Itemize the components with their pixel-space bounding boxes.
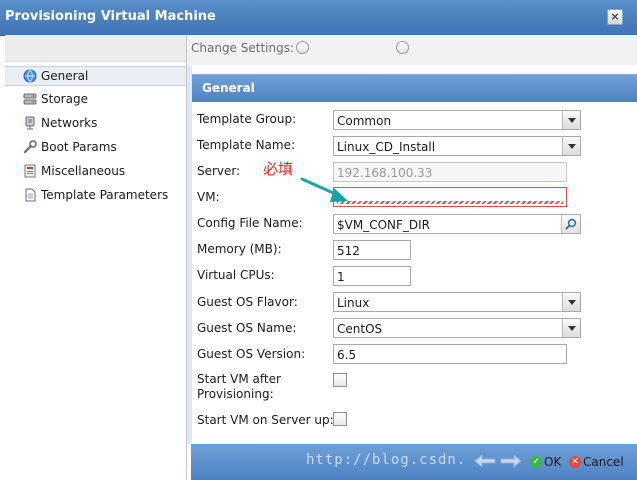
misc-icon	[23, 164, 37, 178]
os-flavor-label: Guest OS Flavor:	[197, 295, 298, 309]
sidebar-item-template-parameters[interactable]: Template Parameters	[5, 186, 186, 206]
annotation-arrow-icon	[300, 177, 348, 202]
os-version-label: Guest OS Version:	[197, 347, 306, 361]
sidebar: General Storage Networks Boot Params Mis…	[5, 35, 187, 480]
section-header: General	[191, 74, 637, 102]
template-group-label: Template Group:	[197, 112, 297, 126]
sidebar-item-miscellaneous[interactable]: Miscellaneous	[5, 162, 186, 182]
network-icon	[23, 116, 37, 130]
main-panel: Change Settings: General Template Group:…	[187, 35, 637, 480]
memory-label: Memory (MB):	[197, 242, 282, 256]
watermark: http://blog.csdn.	[306, 452, 467, 468]
change-settings-radio-1[interactable]	[296, 41, 309, 54]
sidebar-item-label: Storage	[41, 92, 88, 106]
cancel-icon: ✕	[569, 456, 581, 468]
sidebar-item-boot-params[interactable]: Boot Params	[5, 138, 186, 158]
change-settings-label: Change Settings:	[191, 41, 295, 55]
vm-label: VM:	[197, 190, 220, 204]
sidebar-item-general[interactable]: General	[5, 66, 186, 86]
chevron-down-icon[interactable]	[562, 319, 580, 337]
start-after-checkbox[interactable]	[333, 373, 347, 387]
memory-value: 512	[337, 244, 360, 258]
template-group-value: Common	[337, 114, 392, 128]
sidebar-header	[5, 35, 186, 62]
window-title: Provisioning Virtual Machine	[5, 9, 216, 24]
change-settings-bar: Change Settings:	[187, 35, 637, 65]
chevron-down-icon[interactable]	[562, 111, 580, 129]
search-icon[interactable]	[561, 215, 580, 233]
start-server-checkbox[interactable]	[333, 412, 347, 426]
os-flavor-value: Linux	[337, 296, 370, 310]
os-name-select[interactable]: CentOS	[333, 318, 581, 338]
memory-input[interactable]: 512	[333, 240, 411, 260]
panel-divider	[187, 66, 192, 444]
vm-input[interactable]	[333, 187, 567, 207]
os-name-value: CentOS	[337, 322, 383, 336]
sidebar-item-label: Boot Params	[41, 140, 117, 154]
template-name-value: Linux_CD_Install	[337, 140, 436, 154]
globe-icon	[23, 69, 37, 83]
cancel-button[interactable]: ✕ Cancel	[569, 454, 624, 470]
sidebar-item-label: Miscellaneous	[41, 164, 126, 178]
sidebar-item-label: Template Parameters	[41, 188, 169, 202]
invalid-underline	[337, 201, 563, 204]
ok-label: OK	[544, 455, 562, 469]
os-version-input[interactable]: 6.5	[333, 344, 567, 364]
document-icon	[23, 188, 37, 202]
template-group-select[interactable]: Common	[333, 110, 581, 130]
storage-icon	[23, 92, 37, 106]
arrow-right-icon	[500, 454, 522, 468]
sidebar-item-networks[interactable]: Networks	[5, 114, 186, 134]
os-name-label: Guest OS Name:	[197, 321, 297, 335]
chevron-down-icon[interactable]	[562, 293, 580, 311]
sidebar-item-storage[interactable]: Storage	[5, 90, 186, 110]
os-version-value: 6.5	[337, 348, 357, 362]
template-name-select[interactable]: Linux_CD_Install	[333, 136, 581, 156]
config-file-label: Config File Name:	[197, 216, 303, 230]
template-name-label: Template Name:	[197, 138, 296, 152]
sidebar-item-label: Networks	[41, 116, 98, 130]
close-icon: ×	[610, 10, 620, 23]
section-title: General	[202, 81, 255, 95]
os-flavor-select[interactable]: Linux	[333, 292, 581, 312]
sidebar-item-label: General	[41, 69, 89, 83]
start-server-label: Start VM on Server up:	[197, 413, 334, 427]
start-after-label: Start VM after Provisioning:	[197, 372, 281, 401]
close-button[interactable]: ×	[607, 9, 623, 25]
arrow-left-icon	[474, 454, 496, 468]
check-icon: ✓	[530, 456, 542, 468]
ok-button[interactable]: ✓ OK	[530, 454, 561, 470]
server-field: 192.168.100.33	[333, 162, 567, 182]
vcpus-label: Virtual CPUs:	[197, 268, 275, 282]
config-file-value: $VM_CONF_DIR	[337, 218, 431, 232]
server-label: Server:	[197, 164, 241, 178]
title-bar: Provisioning Virtual Machine ×	[0, 0, 637, 36]
chevron-down-icon[interactable]	[562, 137, 580, 155]
change-settings-radio-2[interactable]	[396, 41, 409, 54]
wrench-icon	[23, 140, 37, 154]
vcpus-value: 1	[337, 270, 345, 284]
config-file-input[interactable]: $VM_CONF_DIR	[333, 214, 581, 234]
required-annotation: 必填	[263, 160, 294, 178]
cancel-label: Cancel	[583, 455, 624, 469]
vcpus-input[interactable]: 1	[333, 266, 411, 286]
